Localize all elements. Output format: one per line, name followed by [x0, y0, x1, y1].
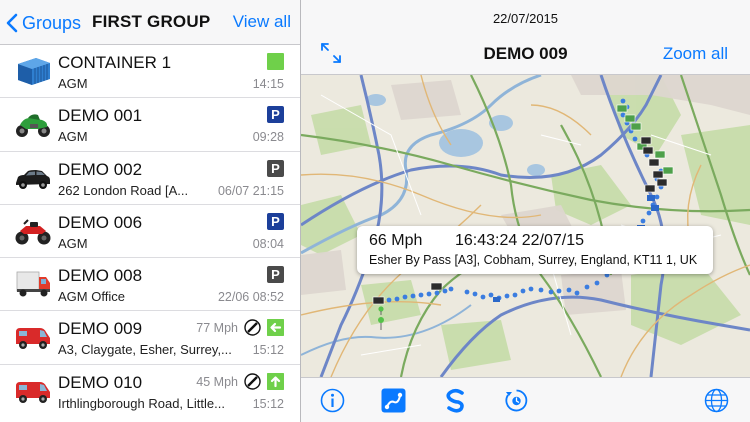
- ignition-icon: [244, 373, 261, 390]
- replay-icon[interactable]: [443, 388, 468, 413]
- parked-badge: P: [267, 212, 284, 230]
- vehicle-name: DEMO 006: [58, 212, 143, 232]
- group-title: FIRST GROUP: [92, 12, 211, 31]
- vehicle-time: 14:15: [252, 77, 284, 91]
- parked-badge: P: [267, 266, 284, 284]
- map-view[interactable]: 66 Mph 16:43:24 22/07/15 Esher By Pass […: [301, 75, 750, 377]
- map-header: 22/07/2015 DEMO 009 Zoom all: [301, 0, 750, 75]
- parked-badge: P: [267, 159, 284, 177]
- vehicle-time: 22/06 08:52: [217, 290, 284, 305]
- vehicle-row-demo-010[interactable]: DEMO 010 45 Mph Irthlingborough Road, Li…: [0, 365, 300, 418]
- vehicle-address: AGM: [58, 235, 88, 251]
- vehicle-time: 09:28: [252, 130, 284, 145]
- zoom-all-button[interactable]: Zoom all: [663, 44, 728, 64]
- arrow-left-icon: [267, 319, 284, 337]
- vehicle-list-pane: Groups FIRST GROUP View all CONTAINER 1 …: [0, 0, 301, 422]
- vehicle-name: DEMO 010: [58, 372, 143, 392]
- status-active-indicator: [267, 53, 284, 70]
- globe-icon[interactable]: [704, 388, 729, 413]
- vehicle-row-demo-008[interactable]: DEMO 008 AGM Office P 22/06 08:52: [0, 258, 300, 312]
- position-callout[interactable]: 66 Mph 16:43:24 22/07/15 Esher By Pass […: [357, 226, 713, 274]
- back-button-label: Groups: [22, 12, 82, 33]
- car-icon: [16, 169, 50, 189]
- selected-date: 22/07/2015: [492, 11, 559, 26]
- map-pane: 22/07/2015 DEMO 009 Zoom all 66 Mph 16:4…: [301, 0, 750, 422]
- history-icon[interactable]: [504, 388, 529, 413]
- vehicle-name: DEMO 009: [58, 319, 143, 339]
- vehicle-name: CONTAINER 1: [58, 53, 172, 72]
- vehicle-address: AGM: [58, 76, 88, 91]
- vehicle-row-container-1[interactable]: CONTAINER 1 AGM 14:15: [0, 45, 300, 99]
- motorbike-icon: [16, 114, 50, 138]
- vehicle-list: CONTAINER 1 AGM 14:15 DEMO 001 AGM P 09:…: [0, 45, 300, 418]
- info-icon[interactable]: [320, 388, 345, 413]
- vehicle-address: AGM Office: [58, 289, 125, 305]
- vehicle-name: DEMO 008: [58, 266, 143, 286]
- vehicle-time: 08:04: [252, 236, 284, 251]
- vehicle-speed: 77 Mph: [196, 321, 238, 336]
- vehicle-row-demo-006[interactable]: DEMO 006 AGM P 08:04: [0, 205, 300, 259]
- vehicle-time: 15:12: [252, 396, 284, 411]
- map-toolbar: [301, 377, 750, 422]
- vehicle-address: A3, Claygate, Esher, Surrey,...: [58, 342, 232, 358]
- vehicle-address: Irthlingborough Road, Little...: [58, 395, 225, 411]
- callout-address: Esher By Pass [A3], Cobham, Surrey, Engl…: [369, 253, 698, 267]
- list-header: Groups FIRST GROUP View all: [0, 0, 300, 45]
- arrow-up-icon: [267, 372, 284, 390]
- van-icon: [16, 328, 50, 350]
- van-icon: [16, 381, 50, 403]
- vehicle-address: AGM: [58, 129, 88, 145]
- ignition-icon: [244, 319, 261, 337]
- vehicle-name: DEMO 002: [58, 159, 143, 179]
- vehicle-row-demo-002[interactable]: DEMO 002 262 London Road [A... P 06/07 2…: [0, 152, 300, 205]
- vehicle-row-demo-001[interactable]: DEMO 001 AGM P 09:28: [0, 98, 300, 152]
- container-icon: [18, 58, 50, 85]
- vehicle-row-demo-009[interactable]: DEMO 009 77 Mph A3, Claygate, Esher, Sur…: [0, 311, 300, 365]
- callout-speed: 66 Mph: [369, 232, 423, 249]
- start-pin: [378, 306, 384, 330]
- vehicle-time: 06/07 21:15: [217, 183, 284, 198]
- chevron-left-icon: [6, 13, 18, 33]
- vehicle-time: 15:12: [252, 343, 284, 358]
- vehicle-name: DEMO 001: [58, 106, 143, 126]
- expand-icon[interactable]: [320, 42, 342, 64]
- back-button[interactable]: Groups: [6, 11, 81, 35]
- route-icon[interactable]: [381, 388, 406, 413]
- parked-badge: P: [267, 106, 284, 124]
- truck-icon: [16, 271, 50, 297]
- view-all-button[interactable]: View all: [233, 12, 291, 32]
- callout-datetime: 16:43:24 22/07/15: [455, 232, 585, 249]
- quad-bike-icon: [15, 219, 51, 245]
- app-window: Groups FIRST GROUP View all CONTAINER 1 …: [0, 0, 750, 422]
- vehicle-address: 262 London Road [A...: [58, 182, 189, 198]
- vehicle-speed: 45 Mph: [196, 374, 238, 389]
